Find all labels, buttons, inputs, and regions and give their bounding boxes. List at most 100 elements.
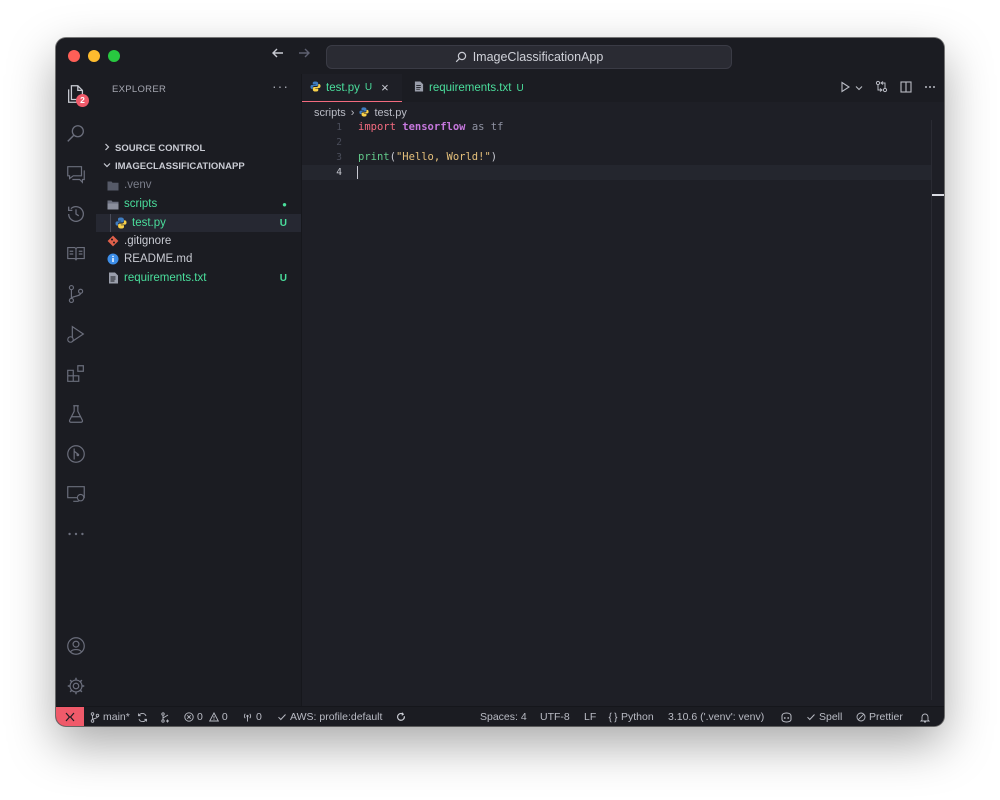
split-editor-icon[interactable] [900,80,912,96]
run-debug-icon[interactable] [56,314,96,354]
copilot-icon[interactable] [780,707,793,726]
ports-indicator[interactable]: 0 [242,707,262,726]
settings-gear-icon[interactable] [56,666,96,706]
title-bar: ImageClassificationApp [56,38,944,75]
remote-indicator[interactable] [56,707,84,726]
tree-item-label: requirements.txt [124,272,207,284]
aws-profile[interactable]: AWS: profile:default [277,707,382,726]
alias-token: tf [490,121,504,133]
book-icon[interactable] [56,234,96,274]
section-source-control[interactable]: SOURCE CONTROL [96,139,301,157]
run-file-icon[interactable] [839,80,851,96]
tree-item-scripts[interactable]: scripts ● [96,195,301,213]
tab-requirements-txt[interactable]: requirements.txt U [406,74,532,102]
explorer-sidebar: EXPLORER ··· SOURCE CONTROL IMAGECLASSIF… [96,74,302,706]
source-control-icon[interactable] [56,274,96,314]
command-center-search[interactable]: ImageClassificationApp [326,45,732,69]
activity-bar: 2 [56,74,96,706]
tree-item-label: .venv [124,179,152,191]
text-file-icon [414,81,424,95]
breadcrumb-separator: › [350,107,355,119]
section-label: IMAGECLASSIFICATIONAPP [115,160,245,172]
notifications-bell-icon[interactable] [920,707,930,726]
keyword-token: import [358,121,396,133]
folder-open-icon [106,197,120,211]
code-editor[interactable]: 1 import tensorflow as tf 2 3 print("Hel… [302,120,932,180]
string-token: "Hello, World!" [395,151,491,163]
tree-item-readme[interactable]: README.md [96,250,301,268]
remote-explorer-icon[interactable] [56,474,96,514]
eol-setting[interactable]: LF [584,707,596,726]
more-actions-icon[interactable] [924,81,936,96]
code-line: 3 print("Hello, World!") [302,150,932,165]
section-workspace[interactable]: IMAGECLASSIFICATIONAPP [96,157,301,175]
git-branch-icon [90,711,100,723]
minimize-window-button[interactable] [88,50,100,62]
chat-icon[interactable] [56,154,96,194]
prettier-label: Prettier [869,711,903,723]
tree-item-gitignore[interactable]: .gitignore [96,232,301,250]
editor-actions [839,80,936,96]
modified-dot-icon: ● [282,199,287,209]
back-arrow-icon[interactable] [268,46,288,66]
explorer-icon[interactable]: 2 [56,74,96,114]
editor-area: test.py U × requirements.txt U scripts ›… [302,74,944,706]
line-number: 3 [336,152,342,163]
error-icon [184,712,194,722]
sidebar-title: EXPLORER [112,84,167,95]
testing-flask-icon[interactable] [56,394,96,434]
branch-indicator[interactable]: main* [90,707,148,726]
tab-status: U [516,82,524,94]
text-cursor [357,166,358,179]
text-file-icon [106,271,120,285]
compare-changes-icon[interactable] [875,80,888,96]
line-number: 1 [336,122,342,133]
tab-status: U [364,82,373,93]
breadcrumb-file[interactable]: test.py [374,107,406,119]
tab-test-py[interactable]: test.py U × [302,74,402,102]
python-file-icon [114,216,128,230]
sync-icon[interactable] [137,712,148,723]
publish-branch-icon[interactable] [160,707,171,726]
tree-item-venv[interactable]: .venv [96,176,301,194]
line-content: print("Hello, World!") [358,150,497,165]
language-mode[interactable]: Python [608,707,654,726]
tree-item-label: scripts [124,198,158,210]
language-label: Python [621,711,654,723]
line-content: import tensorflow as tf [358,120,503,135]
branch-name: main* [103,711,130,723]
close-tab-icon[interactable]: × [381,80,389,95]
code-line: 1 import tensorflow as tf [302,120,932,135]
forward-arrow-icon[interactable] [294,46,314,66]
explorer-badge: 2 [76,94,89,107]
more-views-icon[interactable] [56,514,96,554]
broadcast-icon [243,713,252,722]
problems-indicator[interactable]: 0 0 [184,707,228,726]
git-graph-icon[interactable] [56,434,96,474]
tab-label: test.py [326,81,360,94]
ports-count: 0 [256,711,262,723]
tree-item-test-py[interactable]: test.py U [96,214,301,232]
close-window-button[interactable] [68,50,80,62]
indentation-setting[interactable]: Spaces: 4 [480,707,527,726]
breadcrumb-folder[interactable]: scripts [314,107,346,119]
braces-icon [608,712,618,722]
search-icon[interactable] [56,114,96,154]
python-interpreter[interactable]: 3.10.6 ('.venv': venv) [668,707,764,726]
prettier-status[interactable]: Prettier [856,707,903,726]
timeline-history-icon[interactable] [56,194,96,234]
refresh-icon[interactable] [396,707,406,726]
extensions-icon[interactable] [56,354,96,394]
vertical-scrollbar[interactable] [931,120,944,700]
tree-item-requirements[interactable]: requirements.txt U [96,269,301,287]
zoom-window-button[interactable] [108,50,120,62]
cursor-position-marker [932,194,944,196]
account-icon[interactable] [56,626,96,666]
workspace-title: ImageClassificationApp [472,50,604,64]
tree-item-label: README.md [124,253,193,265]
chevron-down-icon[interactable] [855,81,863,95]
spell-check[interactable]: Spell [806,707,842,726]
warning-count: 0 [221,711,228,723]
more-actions-icon[interactable]: ··· [272,78,289,94]
encoding-setting[interactable]: UTF-8 [540,707,570,726]
